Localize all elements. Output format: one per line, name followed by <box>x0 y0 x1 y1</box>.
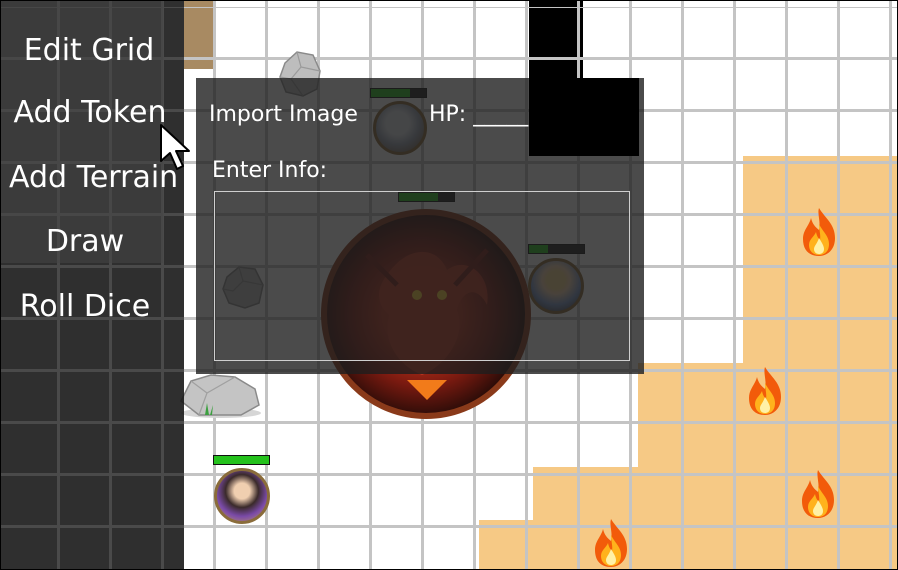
hp-field-label[interactable]: HP: _____ <box>429 102 528 127</box>
menu-item-add-terrain[interactable]: Add Terrain <box>9 160 178 195</box>
dirt-terrain <box>184 1 216 69</box>
game-map[interactable]: Edit Grid Add Token Add Terrain Draw Rol… <box>0 0 898 570</box>
menu-item-draw[interactable]: Draw <box>1 224 169 259</box>
wall-under-panel <box>529 78 639 156</box>
fire-icon <box>802 470 834 518</box>
sand-terrain <box>479 520 533 569</box>
fire-icon <box>595 519 627 567</box>
hp-bar <box>213 455 270 465</box>
dark-hair-hero-token[interactable] <box>214 468 270 524</box>
menu-item-roll-dice[interactable]: Roll Dice <box>1 289 169 324</box>
info-text-area[interactable] <box>214 191 630 361</box>
import-image-button[interactable]: Import Image <box>209 102 358 127</box>
fire-icon <box>749 367 781 415</box>
sand-terrain <box>638 363 743 569</box>
mouse-cursor-icon <box>160 124 190 170</box>
fire-icon <box>803 208 835 256</box>
rock-icon[interactable] <box>177 371 263 419</box>
menu-item-add-token[interactable]: Add Token <box>6 95 174 130</box>
enter-info-label: Enter Info: <box>212 158 328 183</box>
menu-item-edit-grid[interactable]: Edit Grid <box>5 33 173 68</box>
hp-bar-fill <box>214 456 269 464</box>
